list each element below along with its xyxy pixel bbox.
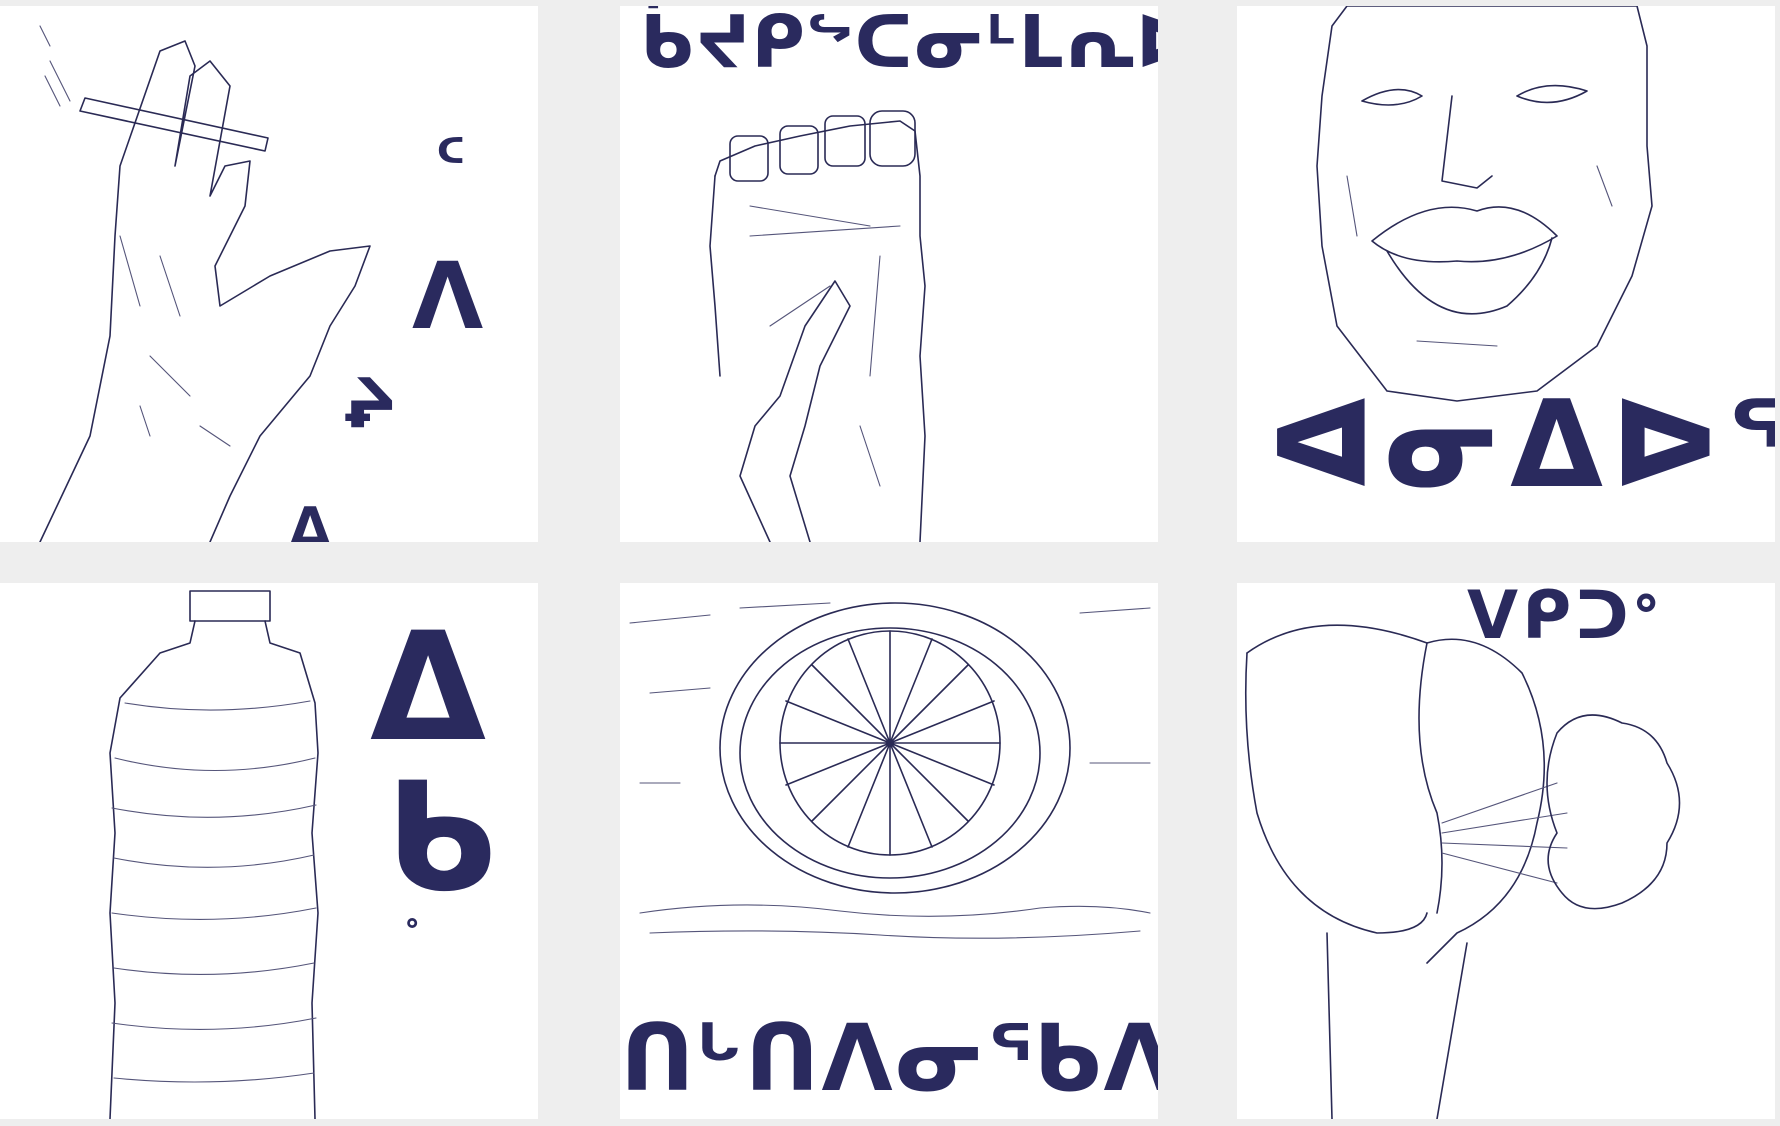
buttocks-smoke-drawing (1244, 624, 1681, 1119)
wheel-spokes (779, 630, 1001, 856)
syllabic-word: ᑳᔪᑭᖦᑕᓂᒻᒪᕆᐅᕐᓂᖅ (640, 6, 1158, 84)
sketch-tile-foot-feather: ᑳᔪᑭᖦᑕᓂᒻᒪᕆᐅᕐᓂᖅ (620, 6, 1158, 542)
sketch-tile-face-lips: ᐊᓂᐃᐅᖅ (1237, 6, 1775, 542)
sketch-tile-wheel: ᑎᒡᑎᐱᓂᖃᐱᖅ (620, 583, 1158, 1119)
syllabic-2: ᑲ (385, 751, 499, 925)
syllabic-word: ᑎᒡᑎᐱᓂᖃᐱᖅ (620, 1005, 1158, 1112)
syllabic-3: ᖨ (345, 365, 400, 444)
sketch-tile-water-bottle: ᐃ ᑲ ᐤ (0, 583, 538, 1119)
sketch-tile-hand-cigarette: ᑦ ᐱ ᖨ ᐃ (0, 6, 538, 542)
syllabic-word: ᐯᑭᑐᐤ (1467, 583, 1663, 654)
sketch-tile-buttocks-smoke: ᐯᑭᑐᐤ (1237, 583, 1775, 1119)
syllabic-4: ᐃ (290, 497, 333, 542)
syllabic-2: ᐱ (412, 243, 486, 350)
syllabic-1: ᐃ (370, 601, 489, 775)
foot-feather-drawing (709, 110, 926, 542)
syllabic-1: ᑦ (435, 126, 468, 200)
syllabic-word: ᐊᓂᐃᐅᖅ (1267, 376, 1775, 515)
syllabic-3: ᐤ (405, 910, 422, 951)
